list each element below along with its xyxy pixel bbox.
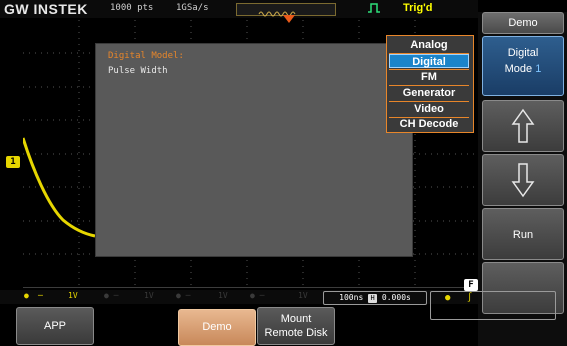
trigger-status: Trig'd xyxy=(403,2,433,14)
trigger-info-box: ● ∫ xyxy=(430,291,556,320)
mount-label-line1: Mount xyxy=(280,313,312,325)
arrow-up-icon xyxy=(511,108,535,143)
ch1-coupling-icon: ─ xyxy=(38,291,43,300)
mode-select-button[interactable]: Digital Mode 1 xyxy=(482,36,564,96)
trigger-edge-icon xyxy=(368,3,380,13)
ch1-scale: 1V xyxy=(68,291,78,300)
side-menu-title: Demo xyxy=(482,12,564,34)
ch4-indicator-icon: ● ─ xyxy=(250,291,265,300)
demo-button[interactable]: Demo xyxy=(178,309,256,346)
ch2-scale: 1V xyxy=(144,291,154,300)
ch3-indicator-icon: ● ─ xyxy=(176,291,191,300)
record-length: 1000 pts xyxy=(110,3,154,13)
app-button[interactable]: APP xyxy=(16,307,94,345)
timebase-readout[interactable]: 100ns H 0.000s xyxy=(323,291,427,305)
ch3-scale: 1V xyxy=(218,291,228,300)
mode-label: Mode xyxy=(504,63,533,75)
dialog-subtitle: Pulse Width xyxy=(108,66,168,76)
ch1-level-marker[interactable]: 1 xyxy=(6,156,20,168)
dialog-title: Digital Model: xyxy=(108,51,184,61)
mount-remote-disk-button[interactable]: Mount Remote Disk xyxy=(257,307,335,345)
arrow-down-icon xyxy=(511,163,535,198)
demo-info-dialog: Digital Model: Pulse Width xyxy=(95,43,413,257)
mode-name: Digital xyxy=(507,47,539,59)
menu-item-digital[interactable]: Digital xyxy=(389,54,469,68)
down-button[interactable] xyxy=(482,154,564,206)
ch1-indicator-icon: ● xyxy=(24,291,29,300)
run-button[interactable]: Run xyxy=(482,208,564,260)
ch2-indicator-icon: ● ─ xyxy=(104,291,119,300)
time-offset-value: 0.000s xyxy=(381,293,411,302)
mount-label-line2: Remote Disk xyxy=(264,327,328,339)
up-button[interactable] xyxy=(482,100,564,152)
menu-item-fm[interactable]: FM xyxy=(389,70,469,84)
ch4-scale: 1V xyxy=(298,291,308,300)
trigger-slope-icon: ∫ xyxy=(467,293,473,303)
horizontal-position-icon: H xyxy=(368,294,378,303)
demo-mode-menu: Analog Digital FM Generator Video CH Dec… xyxy=(386,35,474,133)
menu-item-ch-decode[interactable]: CH Decode xyxy=(389,117,469,131)
menu-item-generator[interactable]: Generator xyxy=(389,86,469,100)
menu-item-video[interactable]: Video xyxy=(389,102,469,116)
brand-logo: GW INSTEK xyxy=(4,1,88,17)
function-badge: F xyxy=(464,279,478,291)
menu-item-analog[interactable]: Analog xyxy=(389,38,469,52)
sample-rate: 1GSa/s xyxy=(176,3,209,13)
timebase-value: 100ns xyxy=(339,293,364,302)
mode-value: 1 xyxy=(535,63,542,75)
trigger-source-icon: ● xyxy=(445,293,451,303)
